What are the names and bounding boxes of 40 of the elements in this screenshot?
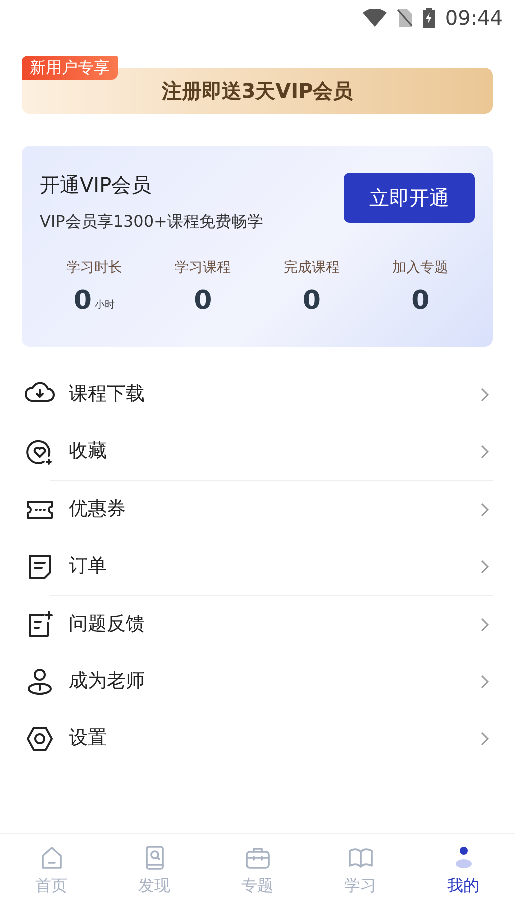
activate-button[interactable]: 立即开通 xyxy=(344,173,475,223)
chevron-right-icon xyxy=(480,502,490,518)
stat-label: 学习课程 xyxy=(175,259,232,278)
stat-label: 加入专题 xyxy=(392,259,449,278)
chevron-right-icon xyxy=(480,730,490,746)
menu-label: 收藏 xyxy=(69,439,108,464)
menu-label: 设置 xyxy=(69,726,108,752)
menu-item[interactable]: 设置 xyxy=(0,710,493,767)
menu-label: 课程下载 xyxy=(69,382,146,408)
stat-label: 学习时长 xyxy=(66,259,122,278)
promo-text: 注册即送3天VIP会员 xyxy=(162,78,354,105)
wifi-icon xyxy=(363,9,388,27)
stat-value: 0 xyxy=(302,285,321,317)
menu-label: 问题反馈 xyxy=(69,612,146,638)
stat-value: 0 xyxy=(74,285,92,317)
nav-tab[interactable]: 我的 xyxy=(412,834,515,915)
chevron-right-icon xyxy=(480,386,490,402)
no-sim-icon xyxy=(397,8,414,28)
chevron-right-icon xyxy=(480,558,490,574)
battery-charging-icon xyxy=(423,8,436,28)
menu-item[interactable]: 订单 xyxy=(0,538,493,595)
new-user-tag: 新用户专享 xyxy=(22,56,118,80)
menu-item[interactable]: 成为老师 xyxy=(0,653,493,710)
menu-label: 成为老师 xyxy=(69,669,146,694)
vip-title: 开通VIP会员 xyxy=(40,172,153,199)
status-time: 09:44 xyxy=(445,5,503,32)
vip-subtitle: VIP会员享1300+课程免费畅学 xyxy=(40,211,264,233)
chevron-right-icon xyxy=(480,674,490,690)
stat-label: 完成课程 xyxy=(284,259,340,278)
stat-value: 0 xyxy=(412,285,430,317)
menu-item[interactable]: 问题反馈 xyxy=(0,596,493,653)
chevron-right-icon xyxy=(480,444,490,460)
menu-label: 优惠券 xyxy=(69,497,127,522)
chevron-right-icon xyxy=(480,616,490,632)
stat-unit: 小时 xyxy=(94,298,115,313)
menu-item[interactable]: 收藏 xyxy=(0,423,493,480)
menu-item[interactable]: 课程下载 xyxy=(0,366,493,423)
menu-item[interactable]: 优惠券 xyxy=(0,481,493,538)
menu-label: 订单 xyxy=(69,554,108,580)
stat-value: 0 xyxy=(194,285,212,317)
